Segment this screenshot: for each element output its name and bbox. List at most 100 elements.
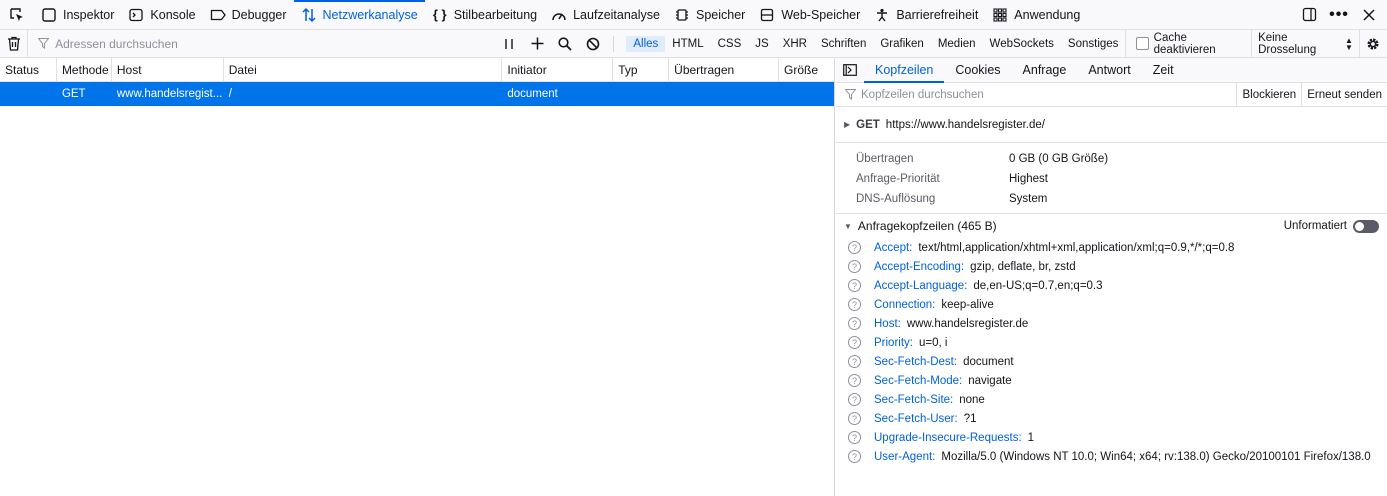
sidebar-toggle-icon (843, 64, 857, 76)
search-icon[interactable] (557, 36, 573, 52)
pause-icon[interactable] (501, 36, 517, 52)
performance-icon (551, 7, 567, 23)
tab-debugger[interactable]: Debugger (203, 0, 294, 29)
throttling-select[interactable]: Keine Drosselung ▲ ▼ (1251, 30, 1359, 57)
header-row: ? Sec-Fetch-Mode: navigate (836, 371, 1387, 390)
trash-icon (7, 36, 20, 51)
toolbox-controls: ••• (1301, 0, 1387, 29)
help-icon[interactable]: ? (848, 260, 861, 273)
add-icon[interactable] (529, 36, 545, 52)
clear-button[interactable] (0, 30, 29, 57)
column-type[interactable]: Typ (613, 58, 670, 81)
request-details-panel: Kopfzeilen Cookies Anfrage Antwort Zeit … (836, 58, 1387, 496)
header-name: User-Agent: (874, 450, 936, 463)
tab-label: Konsole (150, 7, 196, 22)
tab-label: Barrierefreiheit (896, 7, 979, 22)
header-value: www.handelsregister.de (906, 317, 1029, 330)
toggle-sidebar-button[interactable] (836, 58, 864, 82)
table-row[interactable]: GET www.handelsregist... / document (0, 82, 834, 106)
help-icon[interactable]: ? (848, 336, 861, 349)
tab-inspektor[interactable]: Inspektor (34, 0, 121, 29)
request-url-line[interactable]: ▶ GET https://www.handelsregister.de/ (836, 107, 1387, 143)
header-value: text/html,application/xhtml+xml,applicat… (918, 241, 1235, 254)
tab-anfrage[interactable]: Anfrage (1012, 58, 1078, 82)
disable-cache-toggle[interactable]: Cache deaktivieren (1125, 30, 1251, 57)
column-initiator[interactable]: Initiator (502, 58, 614, 81)
help-icon[interactable]: ? (848, 317, 861, 330)
column-file[interactable]: Datei (224, 58, 503, 81)
url-filter[interactable]: Adressen durchsuchen (28, 37, 493, 51)
column-host[interactable]: Host (112, 58, 224, 81)
summary-row: Anfrage-Priorität Highest (856, 169, 1387, 189)
section-title: Anfragekopfzeilen (465 B) (857, 219, 997, 233)
header-value: Mozilla/5.0 (Windows NT 10.0; Win64; x64… (941, 450, 1371, 463)
summary-key: Anfrage-Priorität (856, 173, 940, 185)
block-icon[interactable] (585, 36, 601, 52)
url-filter-input[interactable]: Adressen durchsuchen (55, 37, 178, 51)
column-status[interactable]: Status (0, 58, 57, 81)
resend-button[interactable]: Erneut senden (1301, 83, 1387, 106)
type-filter-websockets[interactable]: WebSockets (983, 36, 1061, 52)
tab-web-speicher[interactable]: Web-Speicher (752, 0, 867, 29)
expand-arrow-icon: ▶ (844, 120, 851, 129)
summary-key: DNS-Auflösung (856, 193, 936, 205)
help-icon[interactable]: ? (848, 298, 861, 311)
tab-antwort[interactable]: Antwort (1077, 58, 1141, 82)
header-value: gzip, deflate, br, zstd (970, 260, 1076, 273)
type-filter-grafiken[interactable]: Grafiken (873, 36, 930, 52)
help-icon[interactable]: ? (848, 393, 861, 406)
type-filter-sonstiges[interactable]: Sonstiges (1061, 36, 1126, 52)
tab-cookies[interactable]: Cookies (944, 58, 1011, 82)
tab-netzwerkanalyse[interactable]: Netzwerkanalyse (293, 0, 425, 29)
disable-cache-checkbox[interactable] (1136, 37, 1149, 50)
close-icon[interactable] (1361, 7, 1377, 23)
settings-button[interactable] (1358, 30, 1387, 57)
help-icon[interactable]: ? (848, 241, 861, 254)
cell-method: GET (61, 88, 86, 100)
help-icon[interactable]: ? (848, 279, 861, 292)
summary-value: Highest (1009, 173, 1048, 185)
tab-label: Anwendung (1014, 7, 1081, 22)
type-filter-js[interactable]: JS (748, 36, 775, 52)
headers-filter-input[interactable]: Kopfzeilen durchsuchen (861, 89, 984, 101)
inspector-icon (41, 7, 57, 23)
column-transferred[interactable]: Übertragen (669, 58, 780, 81)
tab-laufzeitanalyse[interactable]: Laufzeitanalyse (544, 0, 667, 29)
divider (613, 35, 615, 52)
column-method[interactable]: Methode (57, 58, 112, 81)
help-icon[interactable]: ? (848, 412, 861, 425)
help-icon[interactable]: ? (848, 431, 861, 444)
toggle-switch[interactable] (1353, 219, 1379, 233)
help-icon[interactable]: ? (848, 450, 861, 463)
block-button[interactable]: Blockieren (1236, 83, 1301, 106)
help-icon[interactable]: ? (848, 374, 861, 387)
more-options-icon[interactable]: ••• (1329, 6, 1348, 23)
raw-headers-toggle[interactable]: Unformatiert (1284, 219, 1387, 233)
tab-konsole[interactable]: Konsole (121, 0, 202, 29)
type-filter-medien[interactable]: Medien (931, 36, 983, 52)
type-filter-css[interactable]: CSS (711, 36, 749, 52)
help-icon[interactable]: ? (848, 355, 861, 368)
header-name: Sec-Fetch-User: (874, 412, 958, 425)
column-size[interactable]: Größe (779, 58, 834, 81)
request-url: https://www.handelsregister.de/ (885, 118, 1045, 131)
header-name: Sec-Fetch-Site: (874, 393, 954, 406)
headers-filter[interactable]: Kopfzeilen durchsuchen (836, 89, 1236, 101)
tab-speicher[interactable]: Speicher (667, 0, 752, 29)
request-headers-section-header[interactable]: ▼ Anfragekopfzeilen (465 B) Unformatiert (836, 214, 1387, 238)
header-row: ? Host: www.handelsregister.de (836, 314, 1387, 333)
tab-stilbearbeitung[interactable]: { } Stilbearbeitung (425, 0, 544, 29)
memory-icon (674, 7, 690, 23)
tab-barrierefreiheit[interactable]: Barrierefreiheit (867, 0, 985, 29)
header-name: Accept-Language: (874, 279, 968, 292)
type-filter-html[interactable]: HTML (665, 36, 710, 52)
tab-kopfzeilen[interactable]: Kopfzeilen (864, 58, 945, 83)
element-picker-button[interactable] (0, 0, 34, 29)
type-filter-xhr[interactable]: XHR (776, 36, 814, 52)
tab-zeit[interactable]: Zeit (1142, 58, 1185, 82)
type-filter-schriften[interactable]: Schriften (814, 36, 873, 52)
tab-anwendung[interactable]: Anwendung (985, 0, 1087, 29)
type-filter-alles[interactable]: Alles (626, 35, 666, 52)
request-list: Status Methode Host Datei Initiator Typ … (0, 58, 835, 496)
dock-side-icon[interactable] (1301, 7, 1317, 23)
